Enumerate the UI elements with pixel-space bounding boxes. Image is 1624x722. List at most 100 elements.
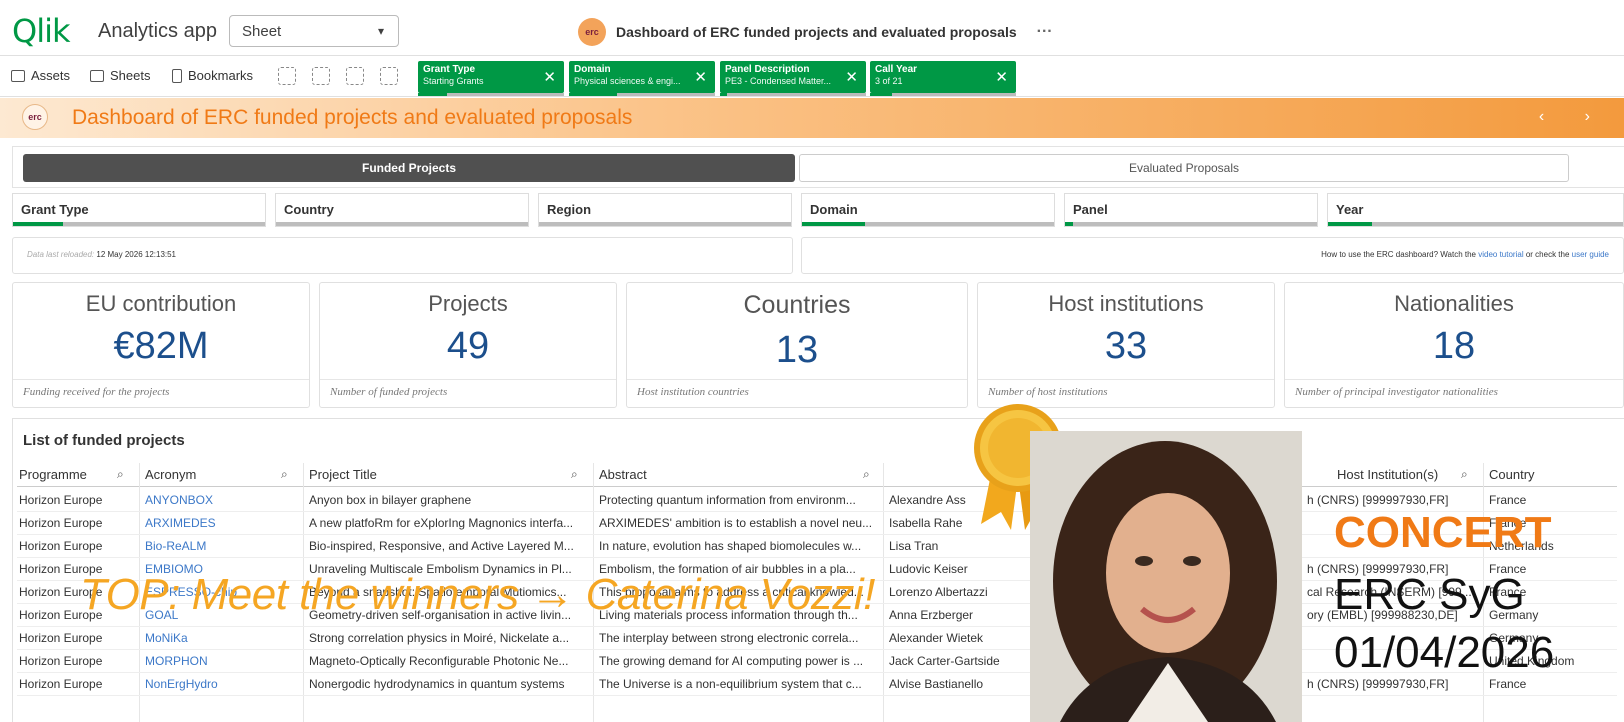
filter-label: Region [547, 202, 592, 217]
view-tabs: Funded Projects Evaluated Proposals [12, 146, 1624, 188]
sheet-nav-arrows[interactable]: ‹ › [1539, 108, 1608, 126]
cell-abstract: ARXIMEDES' ambition is to establish a no… [599, 516, 873, 530]
close-icon[interactable]: ✕ [845, 68, 858, 86]
kpi-nationalities: Nationalities 18 Number of principal inv… [1284, 282, 1624, 408]
column-header-programme[interactable]: Programme ⌕ [19, 467, 124, 482]
table-title: List of funded projects [23, 432, 185, 449]
close-icon[interactable]: ✕ [543, 68, 556, 86]
search-icon[interactable]: ⌕ [1461, 467, 1468, 482]
filter-domain[interactable]: Domain [801, 193, 1055, 227]
filter-panel[interactable]: Panel [1064, 193, 1318, 227]
assets-button[interactable]: Assets [11, 68, 70, 83]
kpi-value: 33 [1104, 325, 1148, 367]
erc-logo: erc [578, 18, 606, 46]
cell-abstract: The interplay between strong electronic … [599, 631, 859, 645]
cell-pi: Alexander Wietek [889, 631, 984, 645]
dashboard-banner: erc Dashboard of ERC funded projects and… [0, 98, 1624, 138]
search-icon[interactable]: ⌕ [571, 467, 578, 482]
chip-value: Starting Grants [423, 76, 484, 86]
smart-search-icon[interactable] [278, 67, 296, 85]
close-icon[interactable]: ✕ [694, 68, 707, 86]
cell-acronym[interactable]: Bio-ReALM [145, 539, 303, 553]
column-header-abstract[interactable]: Abstract ⌕ [599, 467, 870, 482]
cell-project-title: Bio-inspired, Responsive, and Active Lay… [309, 539, 574, 553]
search-icon[interactable]: ⌕ [863, 467, 870, 482]
column-header-host-institution[interactable]: Host Institution(s) ⌕ [1337, 467, 1468, 482]
sheet-select-value: Sheet [242, 23, 282, 40]
more-options-icon[interactable]: ··· [1037, 23, 1053, 41]
sheet-select[interactable]: Sheet ▾ [229, 15, 399, 47]
selection-chip-call-year[interactable]: Call Year 3 of 21 ✕ [870, 61, 1016, 96]
assets-label: Assets [31, 68, 71, 83]
column-label: Abstract [599, 467, 647, 482]
cell-programme: Horizon Europe [19, 493, 103, 507]
kpi-countries: Countries 13 Host institution countries [626, 282, 968, 408]
search-icon[interactable]: ⌕ [117, 467, 124, 482]
cell-project-title: A new platfoRm for eXplorIng Magnonics i… [309, 516, 574, 530]
dashboard-title: erc Dashboard of ERC funded projects and… [578, 18, 1053, 46]
step-back-icon[interactable] [312, 67, 330, 85]
step-forward-icon[interactable] [346, 67, 364, 85]
sheets-button[interactable]: Sheets [90, 68, 150, 83]
kpi-projects: Projects 49 Number of funded projects [319, 282, 617, 408]
tab-funded-projects[interactable]: Funded Projects [23, 154, 795, 182]
kpi-value: €82M [113, 325, 209, 367]
filter-country[interactable]: Country [275, 193, 529, 227]
cell-project-title: Magneto-Optically Reconfigurable Photoni… [309, 654, 569, 668]
video-tutorial-link[interactable]: video tutorial [1478, 250, 1523, 259]
tab-evaluated-proposals[interactable]: Evaluated Proposals [799, 154, 1569, 182]
filter-region[interactable]: Region [538, 193, 792, 227]
cell-project-title: Anyon box in bilayer graphene [309, 493, 472, 507]
cell-programme: Horizon Europe [19, 677, 103, 691]
cell-pi: Lisa Tran [889, 539, 939, 553]
cell-acronym[interactable]: MoNiKa [145, 631, 303, 645]
chip-title: Panel Description [725, 64, 810, 75]
bookmarks-label: Bookmarks [188, 68, 254, 83]
erc-syg-label: ERC SyG [1334, 570, 1525, 619]
filter-grant-type[interactable]: Grant Type [12, 193, 266, 227]
selection-chip-domain[interactable]: Domain Physical sciences & engi... ✕ [569, 61, 715, 96]
kpi-footer: Number of principal investigator nationa… [1285, 379, 1623, 404]
column-label: Host Institution(s) [1337, 467, 1439, 482]
cell-acronym[interactable]: NonErgHydro [145, 677, 303, 691]
selection-chip-panel-description[interactable]: Panel Description PE3 - Condensed Matter… [720, 61, 866, 96]
sheets-label: Sheets [110, 68, 151, 83]
cell-programme: Horizon Europe [19, 516, 103, 530]
column-header-project-title[interactable]: Project Title ⌕ [309, 467, 578, 482]
help-or: or check the [1525, 250, 1570, 259]
close-icon[interactable]: ✕ [995, 68, 1008, 86]
kpi-footer: Funding received for the projects [13, 379, 309, 404]
cell-pi: Ludovic Keiser [889, 562, 968, 576]
bookmarks-button[interactable]: Bookmarks [172, 68, 253, 83]
qlik-logo[interactable]: Qlik [12, 12, 70, 50]
column-header-country[interactable]: Country [1489, 467, 1535, 482]
filter-label: Year [1336, 202, 1364, 217]
chip-progress [870, 93, 1016, 96]
cell-acronym[interactable]: MORPHON [145, 654, 303, 668]
chip-progress [720, 93, 866, 96]
promo-headline[interactable]: TOP: Meet the winners → Caterina Vozzi! [80, 570, 875, 620]
reload-label: Data last reloaded: [27, 250, 95, 259]
chip-progress [418, 93, 564, 96]
column-header-acronym[interactable]: Acronym ⌕ [145, 467, 288, 482]
kpi-title: Countries [743, 291, 851, 319]
cell-programme: Horizon Europe [19, 539, 103, 553]
filter-year[interactable]: Year [1327, 193, 1624, 227]
filter-label: Domain [810, 202, 858, 217]
reload-info-box: Data last reloaded: 12 May 2026 12:13:51 [12, 237, 793, 274]
panel-icon [11, 69, 25, 82]
cell-acronym[interactable]: ARXIMEDES [145, 516, 303, 530]
chip-title: Domain [574, 64, 611, 75]
selection-chip-grant-type[interactable]: Grant Type Starting Grants ✕ [418, 61, 564, 96]
chip-progress [569, 93, 715, 96]
event-date: 01/04/2026 [1334, 628, 1555, 677]
kpi-value: 13 [775, 329, 819, 371]
clear-selections-icon[interactable] [380, 67, 398, 85]
user-guide-link[interactable]: user guide [1572, 250, 1609, 259]
column-label: Programme [19, 467, 87, 482]
cell-acronym[interactable]: ANYONBOX [145, 493, 303, 507]
filter-bar [13, 222, 265, 226]
filter-bar [802, 222, 1054, 226]
kpi-value: 49 [446, 325, 490, 367]
search-icon[interactable]: ⌕ [281, 467, 288, 482]
